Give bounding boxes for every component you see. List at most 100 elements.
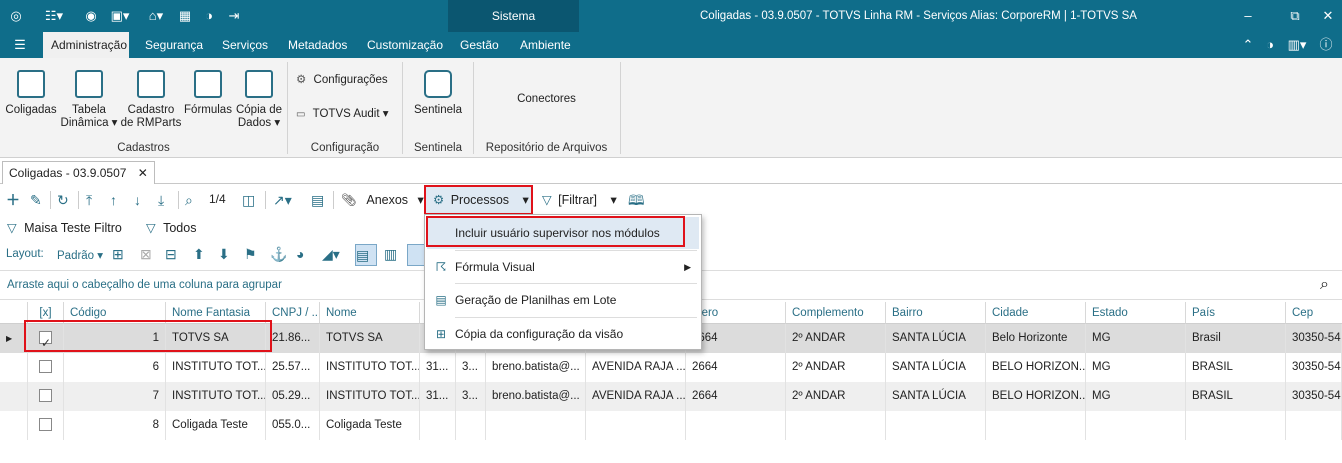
copia-dados-button[interactable]: Cópia de Dados ▾	[234, 70, 284, 130]
menu-administracao[interactable]: Administração	[43, 32, 129, 58]
filter-maisa[interactable]: ▽ Maisa Teste Filtro	[7, 220, 122, 235]
menu-formula-visual[interactable]: ☈ Fórmula Visual ▶	[427, 251, 699, 283]
system-tab[interactable]: Sistema	[448, 0, 579, 32]
cadastro-rmparts-button[interactable]: Cadastro de RMParts	[120, 70, 182, 130]
grid-view-icon[interactable]: ▤	[355, 244, 377, 266]
filtrar-button[interactable]: ▽ [Filtrar] ▾	[542, 192, 617, 207]
row-checkbox-cell[interactable]	[28, 353, 64, 382]
totvs-logo-icon[interactable]: ◎	[8, 8, 24, 24]
calculator-icon[interactable]: ▦	[177, 8, 193, 24]
row-checkbox[interactable]	[39, 360, 52, 374]
import-layout-icon[interactable]: ⬇	[218, 246, 230, 262]
col-codigo[interactable]: Código	[64, 302, 166, 324]
row-checkbox-cell[interactable]	[28, 382, 64, 411]
edit-icon[interactable]: ✎	[30, 192, 42, 208]
color-icon[interactable]: ◕	[296, 246, 304, 262]
next-record-icon[interactable]: ↓	[134, 192, 141, 208]
pin-icon[interactable]: ⚓	[270, 246, 287, 262]
sentinela-button[interactable]: Sentinela	[408, 70, 468, 117]
ribbon: Coligadas Tabela Dinâmica ▾ Cadastro de …	[0, 58, 1342, 158]
paint-icon[interactable]: ⚑	[244, 246, 257, 262]
chevron-down-icon: ▾	[382, 108, 389, 120]
close-tab-icon[interactable]: ✕	[138, 166, 148, 180]
menu-servicos[interactable]: Serviços	[214, 32, 276, 58]
add-icon[interactable]: ＋	[6, 192, 20, 208]
first-record-icon[interactable]: ⤒	[86, 192, 92, 208]
filter-icon: ▽	[542, 193, 552, 207]
layout-select[interactable]: Padrão ▾	[57, 248, 103, 262]
row-checkbox[interactable]	[39, 418, 52, 432]
menu-gestao[interactable]: Gestão	[452, 32, 507, 58]
chart-icon[interactable]: ◢▾	[322, 246, 350, 262]
col-complemento[interactable]: Complemento	[786, 302, 886, 324]
menu-copia-configuracao[interactable]: ⊞ Cópia da configuração da visão	[427, 318, 699, 350]
home-icon[interactable]: ⌂▾	[142, 8, 170, 24]
row-checkbox-cell[interactable]	[28, 411, 64, 440]
formulas-button[interactable]: Fórmulas	[184, 70, 232, 117]
delete-layout-icon[interactable]: ⊠	[140, 246, 152, 262]
row-checkbox-cell[interactable]	[28, 324, 64, 353]
row-indicator	[0, 411, 28, 440]
collapse-ribbon-icon[interactable]: ⌃	[1240, 37, 1256, 53]
window-layout-icon[interactable]: ▥▾	[1285, 37, 1309, 53]
col-select[interactable]: [x]	[28, 302, 64, 324]
col-estado[interactable]: Estado	[1086, 302, 1186, 324]
app-menu-icon[interactable]: ☰	[12, 37, 28, 53]
previous-record-icon[interactable]: ↑	[110, 192, 117, 208]
processos-button[interactable]: ⚙ Processos ▾	[426, 186, 532, 214]
menu-geracao-planilhas[interactable]: ▤ Geração de Planilhas em Lote	[427, 284, 699, 316]
split-view-icon[interactable]: ▥	[384, 246, 397, 262]
coligadas-button[interactable]: Coligadas	[4, 70, 58, 117]
anexos-button[interactable]: 📎︎ Anexos ▾	[341, 192, 424, 208]
globe-icon[interactable]: ◑	[1262, 37, 1278, 53]
col-cnpj[interactable]: CNPJ / ...	[266, 302, 320, 324]
save-layout-icon[interactable]: ⊟	[165, 246, 177, 262]
close-icon[interactable]: ✕	[1320, 8, 1336, 24]
menu-metadados[interactable]: Metadados	[280, 32, 355, 58]
minimize-icon[interactable]: –	[1240, 8, 1256, 24]
refresh-icon[interactable]: ↻	[57, 192, 69, 208]
menu-ambiente[interactable]: Ambiente	[512, 32, 579, 58]
export-icon[interactable]: ↗▾	[273, 192, 303, 208]
ribbon-separator	[402, 62, 403, 154]
menu-seguranca[interactable]: Segurança	[137, 32, 211, 58]
conectores-button[interactable]: Conectores	[474, 93, 619, 106]
last-record-icon[interactable]: ⤓	[158, 192, 164, 208]
search-icon[interactable]: ⌕	[1320, 276, 1329, 294]
col-nome[interactable]: Nome	[320, 302, 420, 324]
col-pais[interactable]: País	[1186, 302, 1286, 324]
globe-icon[interactable]: ◑	[201, 8, 217, 24]
exit-icon[interactable]: ⇥	[226, 8, 242, 24]
filter-todos[interactable]: ▽ Todos	[146, 220, 196, 235]
cell-rua	[586, 411, 686, 440]
col-bairro[interactable]: Bairro	[886, 302, 986, 324]
row-checkbox[interactable]	[39, 329, 52, 353]
row-indicator	[0, 382, 28, 411]
table-row[interactable]: 8 Coligada Teste 055.0... Coligada Teste	[0, 411, 1342, 440]
view-icon[interactable]: ◉	[80, 8, 102, 24]
columns-icon[interactable]: ◫	[242, 192, 255, 208]
window-icon[interactable]: ▣▾	[106, 8, 134, 24]
col-nome-fantasia[interactable]: Nome Fantasia	[166, 302, 266, 324]
form-view-icon[interactable]	[407, 244, 425, 266]
col-cidade[interactable]: Cidade	[986, 302, 1086, 324]
search-icon[interactable]: ⌕	[185, 192, 193, 208]
doc-tab-coligadas[interactable]: Coligadas - 03.9.0507 ✕	[2, 161, 155, 184]
table-row[interactable]: 6 INSTITUTO TOT... 25.57... INSTITUTO TOT..…	[0, 353, 1342, 382]
menu-customizacao[interactable]: Customização	[359, 32, 451, 58]
menu-incluir-supervisor[interactable]: Incluir usuário supervisor nos módulos	[427, 217, 699, 249]
tabela-dinamica-button[interactable]: Tabela Dinâmica ▾	[60, 70, 118, 130]
help-icon[interactable]: ⓘ	[1318, 37, 1334, 53]
document-icon[interactable]: ▤	[311, 192, 324, 208]
export-layout-icon[interactable]: ⬆	[193, 246, 205, 262]
cell-cidade: BELO HORIZON...	[986, 382, 1086, 411]
restore-icon[interactable]: ⧉	[1287, 8, 1303, 24]
row-checkbox[interactable]	[39, 389, 52, 403]
totvs-audit-button[interactable]: ▭ TOTVS Audit ▾	[296, 108, 389, 126]
col-cep[interactable]: Cep	[1286, 302, 1342, 324]
org-chart-icon[interactable]: ☷▾	[40, 8, 68, 24]
configuracoes-button[interactable]: ⚙ Configurações	[296, 74, 388, 92]
add-layout-icon[interactable]: ⊞	[112, 246, 124, 262]
book-icon[interactable]: 🕮︎	[628, 192, 645, 208]
table-row[interactable]: 7 INSTITUTO TOT... 05.29... INSTITUTO TOT..…	[0, 382, 1342, 411]
